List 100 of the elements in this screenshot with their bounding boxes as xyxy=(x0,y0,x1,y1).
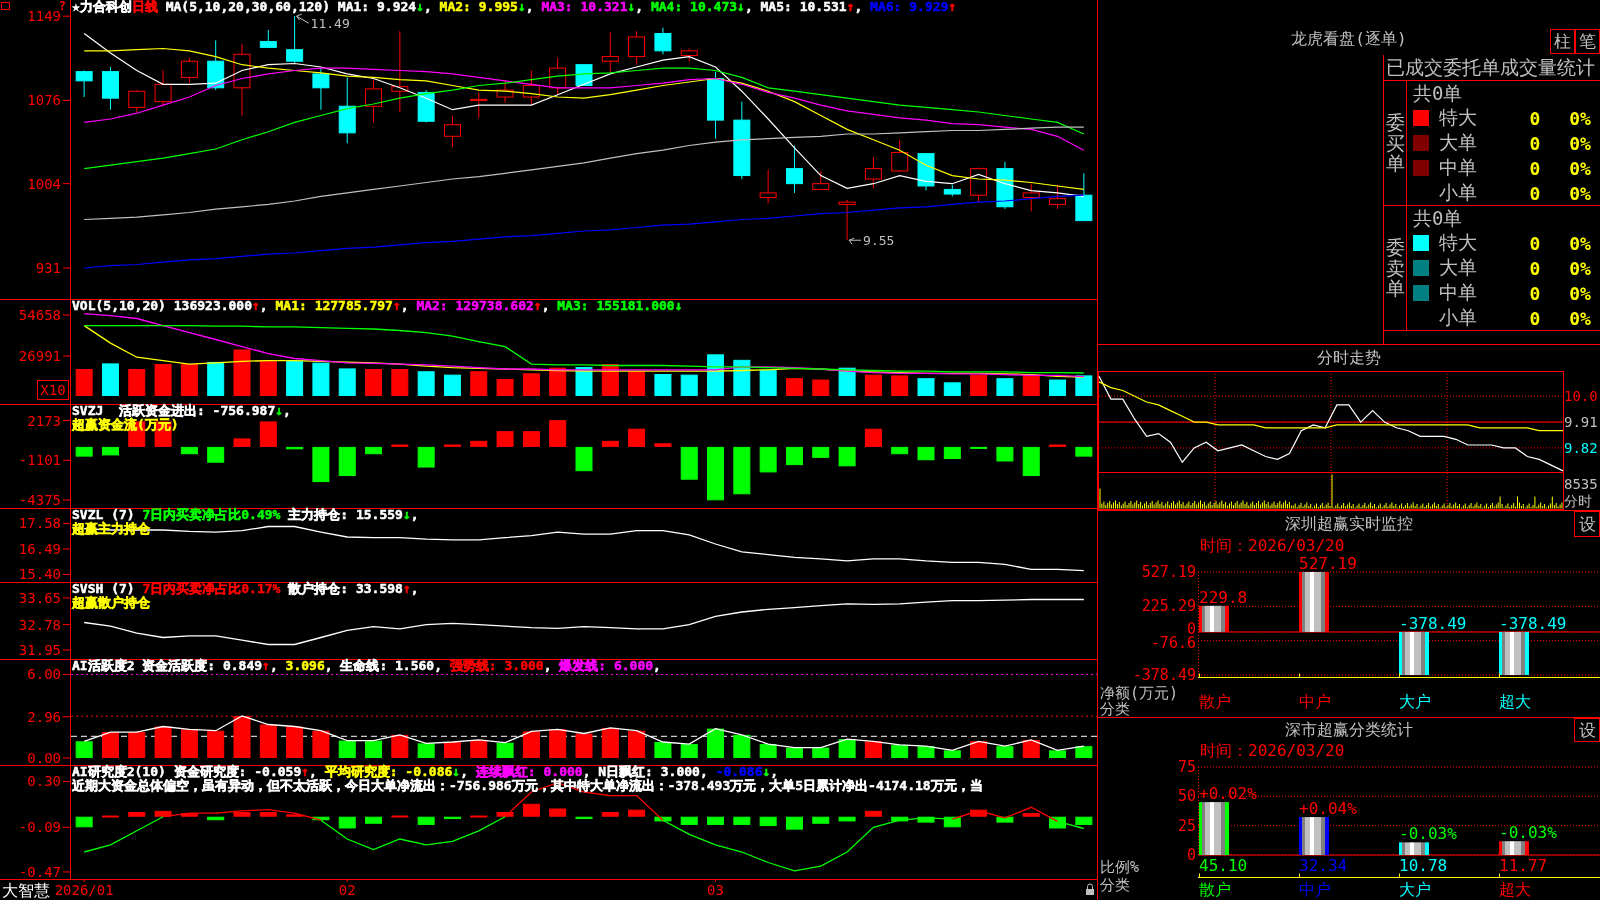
candle xyxy=(680,48,698,62)
unit-label: X10 xyxy=(40,382,66,398)
bar xyxy=(707,728,725,758)
order-size-label: 特大 xyxy=(1439,105,1477,130)
view-mode-tab[interactable]: 笔 xyxy=(1575,29,1600,54)
change-label: +0.04% xyxy=(1299,799,1357,819)
settings-button[interactable]: 设 xyxy=(1574,511,1600,537)
bar xyxy=(233,349,251,396)
candle xyxy=(549,57,567,96)
axis-label: 2173 xyxy=(27,412,61,429)
bar xyxy=(733,359,751,396)
bar xyxy=(1499,631,1529,675)
bar xyxy=(1049,379,1067,396)
panel-title: 龙虎看盘(逐单) xyxy=(1291,29,1407,50)
bar xyxy=(943,382,961,396)
candle xyxy=(812,170,830,190)
bar xyxy=(654,742,672,758)
axis-label: 25 xyxy=(1177,816,1196,835)
candle xyxy=(601,31,619,74)
candle xyxy=(1075,172,1093,222)
order-share: 0% xyxy=(1569,157,1591,179)
settings-button[interactable]: 设 xyxy=(1574,718,1600,742)
bar xyxy=(917,446,935,461)
axis-label: 54658 xyxy=(18,307,61,323)
candle xyxy=(101,66,119,111)
axis-title: 分类 xyxy=(1100,876,1130,894)
bar xyxy=(996,378,1014,396)
bar xyxy=(1022,813,1040,817)
bar xyxy=(1299,572,1329,632)
bar xyxy=(1022,374,1040,396)
bar xyxy=(154,364,172,396)
table-title: 已成交委托单成交量统计 xyxy=(1384,55,1600,81)
bar xyxy=(286,446,304,450)
order-share: 0% xyxy=(1569,232,1591,254)
bar xyxy=(654,816,672,822)
data-label: 527.19 xyxy=(1299,555,1357,573)
unit-label: 分时 xyxy=(1564,493,1592,509)
order-count: 0 xyxy=(1529,182,1541,204)
bar xyxy=(233,812,251,817)
bar xyxy=(338,368,356,396)
bar xyxy=(312,730,330,758)
bar xyxy=(417,743,435,758)
bar xyxy=(470,371,488,396)
lock-icon xyxy=(1086,883,1094,895)
order-count: 0 xyxy=(1529,307,1541,329)
candle xyxy=(654,27,672,55)
axis-label: 225.29 xyxy=(1141,597,1196,616)
candle xyxy=(128,89,146,113)
bar xyxy=(812,747,830,758)
bar xyxy=(733,734,751,758)
bar xyxy=(522,803,540,817)
axis-label: 527.19 xyxy=(1141,563,1196,581)
category-label: 大户 xyxy=(1399,880,1431,899)
candle xyxy=(891,139,909,173)
change-label: -0.03% xyxy=(1399,824,1457,844)
bar xyxy=(1399,631,1429,675)
bar xyxy=(864,428,882,447)
order-size-label: 中单 xyxy=(1439,155,1477,180)
bar xyxy=(75,741,93,758)
view-mode-tab[interactable]: 柱 xyxy=(1550,29,1575,54)
axis-label: 8535 xyxy=(1564,476,1598,492)
axis-label: -0.47 xyxy=(18,863,61,880)
group-label: 委卖单 xyxy=(1385,236,1405,300)
axis-label: 1076 xyxy=(27,92,61,109)
bar xyxy=(812,379,830,396)
section-title: 深市超赢分类统计 xyxy=(1285,719,1413,741)
bar xyxy=(417,816,435,825)
bar xyxy=(680,374,698,396)
bar xyxy=(180,446,198,455)
bar xyxy=(575,816,593,820)
bar xyxy=(812,446,830,458)
price-label: 9.55 xyxy=(863,233,895,249)
bar xyxy=(365,740,383,758)
bar xyxy=(996,446,1014,462)
bar xyxy=(996,746,1014,758)
axis-label: 17.58 xyxy=(18,515,61,532)
date-label: 02 xyxy=(338,882,356,898)
order-size-label: 小单 xyxy=(1439,305,1477,330)
bar xyxy=(365,369,383,396)
bar xyxy=(338,816,356,829)
candle xyxy=(417,89,435,123)
bar xyxy=(312,446,330,483)
bar xyxy=(759,446,777,473)
bar xyxy=(312,816,330,821)
candle xyxy=(838,199,856,241)
bar xyxy=(101,446,119,456)
bar xyxy=(338,446,356,477)
axis-label: 0.30 xyxy=(27,773,61,790)
candle xyxy=(1022,183,1040,212)
bar xyxy=(522,373,540,396)
candle xyxy=(365,79,383,123)
candle xyxy=(943,184,961,197)
section-title: 分时走势 xyxy=(1317,347,1381,369)
bar xyxy=(443,816,461,820)
bar xyxy=(917,378,935,396)
order-share: 0% xyxy=(1569,107,1591,129)
bar xyxy=(680,446,698,480)
bar xyxy=(312,362,330,396)
bar xyxy=(601,364,619,396)
order-share: 0% xyxy=(1569,282,1591,304)
